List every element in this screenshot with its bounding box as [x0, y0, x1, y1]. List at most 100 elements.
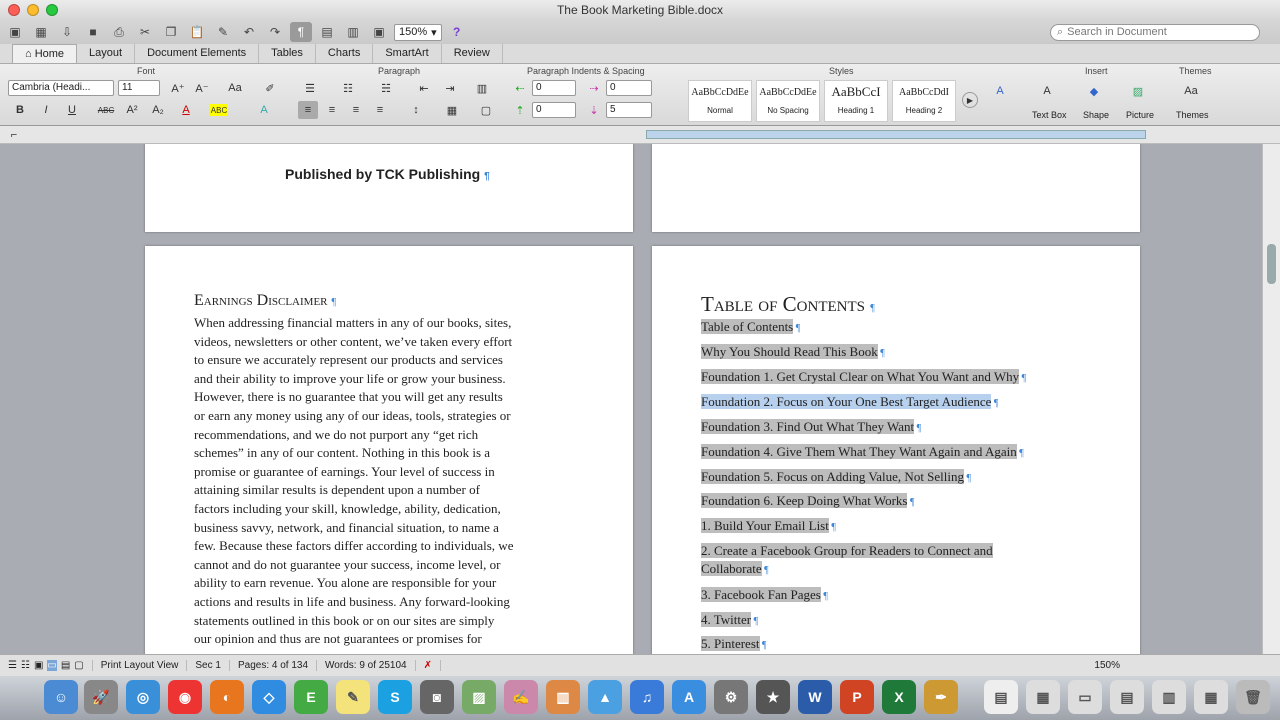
columns-icon[interactable]: ▥ [472, 79, 492, 97]
evernote-icon[interactable]: E [294, 680, 328, 714]
style-no-spacing[interactable]: AaBbCcDdEe No Spacing [756, 80, 820, 122]
preview-icon[interactable]: ▨ [462, 680, 496, 714]
powerpoint-icon[interactable]: P [840, 680, 874, 714]
system-preferences-icon[interactable]: ⚙ [714, 680, 748, 714]
tab-tables[interactable]: Tables [259, 44, 316, 63]
finder-icon[interactable]: ☺ [44, 680, 78, 714]
fullscreen-view-icon[interactable]: ▢ [74, 660, 83, 671]
tab-review[interactable]: Review [442, 44, 503, 63]
indent-right-icon[interactable]: ⇢ [584, 79, 604, 97]
shading-icon[interactable]: ▦ [442, 101, 462, 119]
paste-icon[interactable]: 📋 [186, 22, 208, 42]
gallery-icon[interactable]: ▥ [342, 22, 364, 42]
highlight-icon[interactable]: ABC [210, 104, 228, 116]
tab-smartart[interactable]: SmartArt [373, 44, 442, 63]
themes-icon[interactable]: Aa [1180, 82, 1202, 100]
style-normal[interactable]: AaBbCcDdEe Normal [688, 80, 752, 122]
spelling-status-icon[interactable]: ✗ [416, 660, 441, 671]
change-case-icon[interactable]: Aa [225, 79, 245, 97]
documents-stack-icon[interactable]: ▥ [1152, 680, 1186, 714]
justify-icon[interactable]: ≡ [370, 101, 390, 119]
toc-entry[interactable]: 2. Create a Facebook Group for Readers t… [701, 542, 993, 560]
shrink-font-icon[interactable]: A⁻ [192, 79, 212, 97]
excel-icon[interactable]: X [882, 680, 916, 714]
shape-icon[interactable]: ◆ [1084, 82, 1104, 100]
multilevel-list-icon[interactable]: ☵ [376, 79, 396, 97]
decrease-indent-icon[interactable]: ⇤ [414, 79, 434, 97]
numbers-icon[interactable]: ▥ [546, 680, 580, 714]
view-sidebar-icon[interactable]: ▤ [316, 22, 338, 42]
picture-icon[interactable]: ▨ [1128, 82, 1148, 100]
scroll-thumb[interactable] [1267, 244, 1276, 284]
style-heading-2[interactable]: AaBbCcDdI Heading 2 [892, 80, 956, 122]
dropbox-icon[interactable]: ◇ [252, 680, 286, 714]
indent-left-icon[interactable]: ⇠ [510, 79, 530, 97]
trash-icon[interactable]: 🗑 [1236, 680, 1270, 714]
subscript-icon[interactable]: A₂ [148, 101, 168, 119]
vertical-scrollbar[interactable] [1262, 144, 1280, 654]
text-box-icon[interactable]: A [1036, 82, 1058, 100]
redo-icon[interactable]: ↷ [264, 22, 286, 42]
toc-entry[interactable]: Foundation 3. Find Out What They Want ¶ [701, 418, 921, 438]
tab-layout[interactable]: Layout [77, 44, 136, 63]
chrome-icon[interactable]: ◉ [168, 680, 202, 714]
grow-font-icon[interactable]: A⁺ [168, 79, 188, 97]
search-field[interactable]: ⌕ Search in Document [1050, 24, 1260, 41]
bullets-icon[interactable]: ☰ [300, 79, 320, 97]
keynote-icon[interactable]: ▲ [588, 680, 622, 714]
numbering-icon[interactable]: ☷ [338, 79, 358, 97]
word-icon[interactable]: W [798, 680, 832, 714]
font-color-icon[interactable]: A [176, 101, 196, 119]
media-browser-icon[interactable]: ▣ [368, 22, 390, 42]
font-name-select[interactable]: Cambria (Headi... [8, 80, 114, 96]
outline-view-icon[interactable]: ☷ [21, 660, 30, 671]
folder-stack-icon[interactable]: ▤ [1110, 680, 1144, 714]
align-right-icon[interactable]: ≡ [346, 101, 366, 119]
stickies-icon[interactable]: ✎ [336, 680, 370, 714]
show-formatting-icon[interactable]: ¶ [290, 22, 312, 42]
tab-stop-icon[interactable]: ⌐ [4, 126, 24, 144]
safari-icon[interactable]: ◎ [126, 680, 160, 714]
strikethrough-icon[interactable]: ABC [96, 101, 116, 119]
zoom-select[interactable]: 150% ▾ [394, 23, 442, 41]
toc-entry[interactable]: Collaborate ¶ [701, 560, 769, 580]
italic-icon[interactable]: I [36, 101, 56, 119]
toc-entry[interactable]: Table of Contents ¶ [701, 318, 800, 338]
tab-home[interactable]: ⌂ Home [12, 44, 78, 63]
cut-icon[interactable]: ✂ [134, 22, 156, 42]
align-center-icon[interactable]: ≡ [322, 101, 342, 119]
line-spacing-icon[interactable]: ↕ [406, 101, 426, 119]
text-effects-icon[interactable]: A [254, 101, 274, 119]
draft-view-icon[interactable]: ☰ [8, 660, 17, 671]
help-icon[interactable]: ? [446, 22, 468, 42]
spacing-before-field[interactable]: 0 [532, 102, 576, 118]
downloads-stack-icon[interactable]: ▦ [1026, 680, 1060, 714]
increase-indent-icon[interactable]: ⇥ [440, 79, 460, 97]
indent-right-field[interactable]: 0 [606, 80, 652, 96]
copy-icon[interactable]: ❐ [160, 22, 182, 42]
tab-document-elements[interactable]: Document Elements [135, 44, 260, 63]
imovie-icon[interactable]: ★ [756, 680, 790, 714]
tab-charts[interactable]: Charts [316, 44, 374, 63]
toc-entry[interactable]: 4. Twitter ¶ [701, 611, 758, 631]
style-heading-1[interactable]: AaBbCcI Heading 1 [824, 80, 888, 122]
print-layout-view-icon[interactable]: ▭ [47, 660, 57, 671]
indent-left-field[interactable]: 0 [532, 80, 576, 96]
toc-entry[interactable]: Foundation 6. Keep Doing What Works ¶ [701, 492, 914, 512]
notebook-view-icon[interactable]: ▤ [61, 660, 70, 671]
pages-icon[interactable]: ✒ [924, 680, 958, 714]
align-left-icon[interactable]: ≡ [298, 101, 318, 119]
font-size-select[interactable]: 11 [118, 80, 160, 96]
superscript-icon[interactable]: A² [122, 101, 142, 119]
horizontal-ruler[interactable]: ⌐ [0, 126, 1280, 144]
document-canvas[interactable]: Published by TCK Publishing ¶ Earnings D… [0, 144, 1262, 654]
clear-formatting-icon[interactable]: ✐ [260, 79, 280, 97]
applications-stack-icon[interactable]: ▦ [1194, 680, 1228, 714]
borders-icon[interactable]: ▢ [476, 101, 496, 119]
templates-icon[interactable]: ▦ [30, 22, 52, 42]
save-icon[interactable]: ■ [82, 22, 104, 42]
manage-styles-icon[interactable]: A [990, 82, 1010, 100]
launchpad-icon[interactable]: 🚀 [84, 680, 118, 714]
publishing-view-icon[interactable]: ▣ [34, 660, 43, 671]
spacing-after-icon[interactable]: ⇣ [584, 101, 604, 119]
